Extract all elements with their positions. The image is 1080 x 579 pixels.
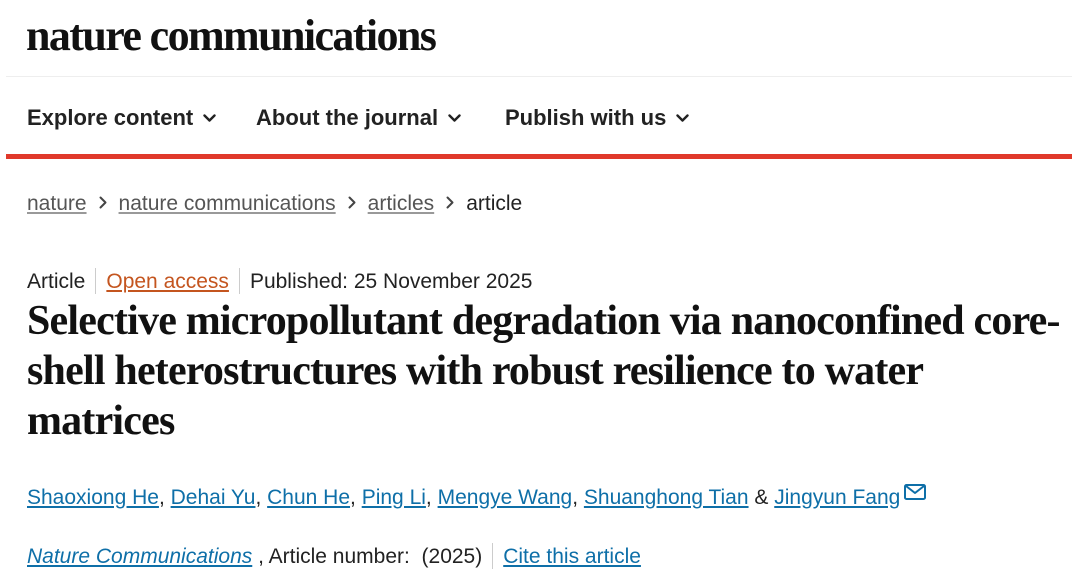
accent-divider	[6, 154, 1072, 159]
author-link[interactable]: Mengye Wang	[438, 486, 573, 509]
author-link[interactable]: Chun He	[267, 486, 350, 509]
nav-explore-content[interactable]: Explore content	[27, 101, 216, 133]
main-nav: Explore content About the journal Publis…	[6, 77, 1072, 154]
article-title: Selective micropollutant degradation via…	[27, 298, 1060, 444]
chevron-down-icon	[203, 101, 216, 131]
nav-item-label: About the journal	[256, 105, 439, 130]
breadcrumb-link-nature-communications[interactable]: nature communications	[119, 192, 336, 215]
chevron-down-icon	[448, 101, 461, 131]
article-number-label: , Article number:	[258, 545, 410, 568]
breadcrumb: nature nature communications articles artic…	[27, 188, 522, 219]
meta-divider	[492, 543, 494, 569]
published-date: Published: 25 November 2025	[249, 270, 533, 293]
author-separator: ,	[255, 486, 268, 509]
chevron-right-icon	[446, 188, 454, 218]
cite-this-article-link[interactable]: Cite this article	[503, 545, 641, 568]
author-list: Shaoxiong He, Dehai Yu, Chun He, Ping Li…	[27, 479, 927, 513]
meta-divider	[95, 268, 97, 294]
article-meta: Article Open access Published: 25 November…	[27, 267, 532, 297]
author-link[interactable]: Shuanghong Tian	[584, 486, 749, 509]
author-separator: ,	[350, 486, 362, 509]
breadcrumb-link-nature[interactable]: nature	[27, 192, 87, 215]
author-separator: ,	[158, 486, 171, 509]
chevron-right-icon	[99, 188, 107, 218]
nav-item-label: Explore content	[27, 105, 194, 130]
author-separator: ,	[425, 486, 438, 509]
author-separator: ,	[572, 486, 584, 509]
author-link[interactable]: Ping Li	[362, 486, 426, 509]
breadcrumb-link-articles[interactable]: articles	[368, 192, 435, 215]
citation-line: Nature Communications , Article number: …	[27, 542, 641, 572]
chevron-right-icon	[348, 188, 356, 218]
citation-year: (2025)	[421, 545, 483, 568]
open-access-link[interactable]: Open access	[106, 270, 229, 293]
breadcrumb-current: article	[466, 192, 523, 215]
site-header: nature communications	[6, 0, 1072, 77]
author-joiner: &	[748, 486, 775, 509]
author-link[interactable]: Dehai Yu	[171, 486, 256, 509]
journal-name-link[interactable]: Nature Communications	[27, 545, 252, 568]
nav-item-label: Publish with us	[505, 105, 667, 130]
author-link[interactable]: Jingyun Fang	[774, 486, 900, 509]
mail-icon[interactable]	[904, 479, 927, 509]
nav-publish-with-us[interactable]: Publish with us	[505, 101, 690, 133]
author-link[interactable]: Shaoxiong He	[27, 486, 159, 509]
journal-logo[interactable]: nature communications	[26, 10, 437, 62]
meta-divider	[238, 268, 240, 294]
article-type: Article	[27, 270, 86, 293]
chevron-down-icon	[676, 101, 690, 131]
nav-about-the-journal[interactable]: About the journal	[256, 101, 461, 133]
